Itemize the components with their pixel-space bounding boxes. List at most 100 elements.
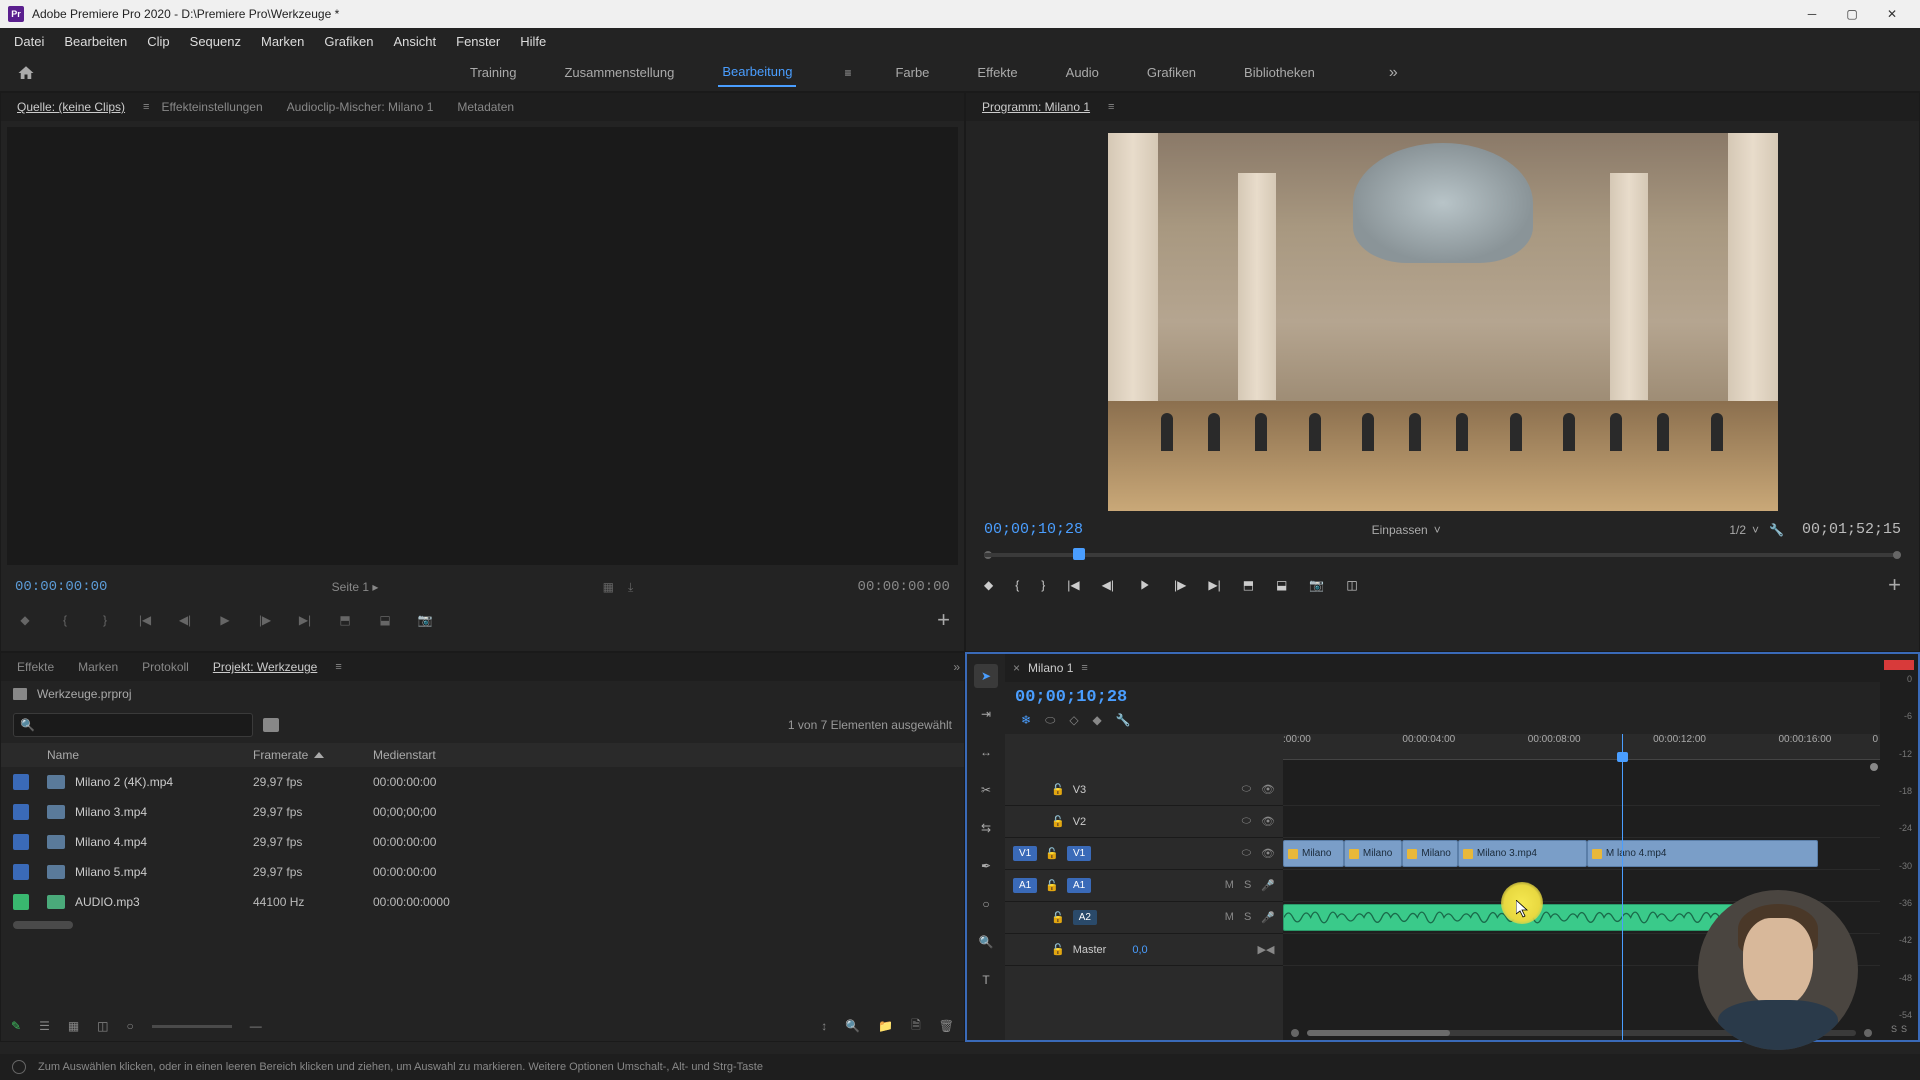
snap-icon[interactable]: ❄	[1021, 713, 1031, 728]
tab-projekt[interactable]: Projekt: Werkzeuge	[201, 656, 330, 678]
workspace-bibliotheken[interactable]: Bibliotheken	[1240, 59, 1319, 86]
tab-programm[interactable]: Programm: Milano 1	[970, 96, 1102, 118]
home-button[interactable]	[6, 54, 46, 92]
razor-tool-icon[interactable]: ✂	[974, 778, 998, 802]
sync-lock-icon[interactable]: ⬭	[1242, 783, 1251, 796]
program-in-icon[interactable]: {	[1015, 578, 1019, 592]
timeline-title[interactable]: Milano 1	[1028, 661, 1073, 675]
file-label-color[interactable]	[13, 774, 29, 790]
video-clip[interactable]: Milano 3.mp4	[1458, 840, 1587, 867]
tab-effekte[interactable]: Effekte	[5, 656, 66, 678]
minimize-button[interactable]: ─	[1792, 0, 1832, 28]
eye-icon[interactable]: 👁	[1261, 783, 1275, 796]
program-step-back-icon[interactable]: ◀|	[1102, 578, 1114, 592]
solo-icon[interactable]: S	[1244, 911, 1251, 924]
menu-grafiken[interactable]: Grafiken	[314, 30, 383, 53]
track-header-v2[interactable]: 🔓 V2 ⬭👁	[1005, 806, 1283, 838]
file-label-color[interactable]	[13, 804, 29, 820]
new-bin-icon[interactable]: 📁	[878, 1019, 893, 1033]
selection-tool-icon[interactable]: ➤	[974, 664, 998, 688]
tab-effekteinstellungen[interactable]: Effekteinstellungen	[149, 96, 274, 118]
menu-clip[interactable]: Clip	[137, 30, 179, 53]
project-hscroll[interactable]	[13, 921, 952, 931]
file-row[interactable]: AUDIO.mp3 44100 Hz 00:00:00:0000	[1, 887, 964, 917]
icon-view-icon[interactable]: ▦	[68, 1019, 79, 1033]
source-play-icon[interactable]: ▶	[215, 610, 235, 630]
video-clip[interactable]: Milano	[1402, 840, 1458, 867]
track-header-a2[interactable]: 🔓 A2 MS🎤	[1005, 902, 1283, 934]
workspace-bearbeitung[interactable]: Bearbeitung	[718, 58, 796, 87]
linked-selection-icon[interactable]: ⬭	[1045, 713, 1055, 728]
eye-icon[interactable]: 👁	[1261, 847, 1275, 860]
marker-icon[interactable]: ◇	[1069, 713, 1078, 728]
track-v2[interactable]	[1283, 806, 1880, 838]
program-tc[interactable]: 00;00;10;28	[984, 521, 1083, 538]
program-scrubber[interactable]	[984, 546, 1901, 564]
source-page[interactable]: Seite 1 ▸	[332, 580, 379, 594]
track-v3[interactable]	[1283, 774, 1880, 806]
menu-ansicht[interactable]: Ansicht	[383, 30, 446, 53]
lock-icon[interactable]: 🔓	[1045, 879, 1059, 892]
video-clip[interactable]: Milano	[1344, 840, 1403, 867]
source-patch-a1[interactable]: A1	[1013, 878, 1037, 893]
track-v1[interactable]: Milano Milano Milano Milano 3.mp4 M lano…	[1283, 838, 1880, 870]
menu-fenster[interactable]: Fenster	[446, 30, 510, 53]
pen-tool-icon[interactable]: ✒	[974, 854, 998, 878]
col-medienstart[interactable]: Medienstart	[373, 748, 513, 762]
menu-marken[interactable]: Marken	[251, 30, 314, 53]
work-area-end[interactable]	[1870, 763, 1878, 771]
close-button[interactable]: ✕	[1872, 0, 1912, 28]
master-value[interactable]: 0,0	[1132, 944, 1147, 956]
menu-bearbeiten[interactable]: Bearbeiten	[54, 30, 137, 53]
workspace-effekte[interactable]: Effekte	[973, 59, 1021, 86]
tab-marken[interactable]: Marken	[66, 656, 130, 678]
tab-audioclip-mischer[interactable]: Audioclip-Mischer: Milano 1	[275, 96, 446, 118]
file-label-color[interactable]	[13, 834, 29, 850]
program-goto-out-icon[interactable]: ▶|	[1208, 578, 1220, 592]
time-ruler[interactable]: :00:00 00:00:04:00 00:00:08:00 00:00:12:…	[1283, 734, 1880, 760]
workspace-menu-icon[interactable]: ≡	[844, 66, 851, 80]
program-playhead[interactable]	[1073, 548, 1085, 560]
lock-icon[interactable]: 🔓	[1051, 943, 1065, 956]
lock-icon[interactable]: 🔓	[1045, 847, 1059, 860]
trash-icon[interactable]: 🗑	[939, 1019, 954, 1033]
timeline-tab-menu-icon[interactable]: ≡	[1081, 662, 1087, 674]
project-search-input[interactable]: 🔍	[13, 713, 253, 737]
source-patch-v1[interactable]: V1	[1013, 846, 1037, 861]
file-row[interactable]: Milano 4.mp4 29,97 fps 00:00:00:00	[1, 827, 964, 857]
source-monitor[interactable]	[7, 127, 958, 565]
track-header-a1[interactable]: A1 🔓 A1 MS🎤	[1005, 870, 1283, 902]
zoom-slider-min-icon[interactable]: ○	[127, 1019, 134, 1033]
sync-lock-icon[interactable]: ⬭	[1242, 847, 1251, 860]
program-monitor[interactable]	[1108, 133, 1778, 511]
zoom-slider-max-icon[interactable]: —	[250, 1019, 262, 1033]
source-in-icon[interactable]: {	[55, 610, 75, 630]
timeline-tc[interactable]: 00;00;10;28	[1015, 688, 1127, 707]
meter-solo-buttons[interactable]: SS	[1884, 1024, 1914, 1034]
program-lift-icon[interactable]: ⬒	[1243, 578, 1254, 592]
mixdown-icon[interactable]: ▶◀	[1257, 943, 1275, 957]
track-header-v3[interactable]: 🔓 V3 ⬭👁	[1005, 774, 1283, 806]
source-marker-icon[interactable]: ◆	[15, 610, 35, 630]
source-tc-in[interactable]: 00:00:00:00	[15, 579, 107, 595]
file-row[interactable]: Milano 2 (4K).mp4 29,97 fps 00:00:00:00	[1, 767, 964, 797]
list-view-icon[interactable]: ☰	[39, 1019, 50, 1033]
lock-icon[interactable]: 🔓	[1051, 815, 1065, 828]
meter-peak-indicator[interactable]	[1884, 660, 1914, 670]
slip-tool-icon[interactable]: ⇆	[974, 816, 998, 840]
track-header-master[interactable]: 🔓 Master 0,0 ▶◀	[1005, 934, 1283, 966]
zoom-slider[interactable]	[152, 1025, 232, 1028]
wrench-icon[interactable]: 🔧	[1769, 523, 1784, 537]
project-tab-menu-icon[interactable]: ≡	[335, 661, 341, 673]
tab-quelle[interactable]: Quelle: (keine Clips)	[5, 96, 137, 118]
project-breadcrumb[interactable]: Werkzeuge.prproj	[1, 681, 964, 707]
track-target-a2[interactable]: A2	[1073, 910, 1097, 925]
timeline-playhead[interactable]	[1622, 734, 1623, 1040]
rectangle-tool-icon[interactable]: ○	[974, 892, 998, 916]
program-compare-icon[interactable]: ◫	[1346, 578, 1357, 592]
program-goto-in-icon[interactable]: |◀	[1067, 578, 1079, 592]
track-header-v1[interactable]: V1 🔓 V1 ⬭👁	[1005, 838, 1283, 870]
freeform-view-icon[interactable]: ◫	[97, 1019, 108, 1033]
type-tool-icon[interactable]: T	[974, 968, 998, 992]
source-insert-clip-icon[interactable]: ⬒	[335, 610, 355, 630]
